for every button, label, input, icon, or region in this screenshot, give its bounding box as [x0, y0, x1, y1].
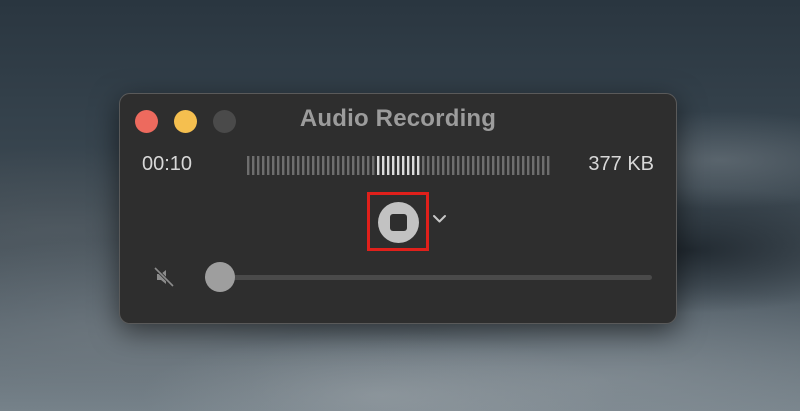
meter-bar [417, 156, 420, 175]
meter-bar [337, 156, 340, 175]
meter-bar [292, 156, 295, 175]
meter-bar [297, 156, 300, 175]
meter-bar [442, 156, 445, 175]
meter-bar [427, 156, 430, 175]
meter-bar [457, 156, 460, 175]
meter-bar [377, 156, 380, 175]
file-size: 377 KB [588, 153, 654, 175]
meter-bar [517, 156, 520, 175]
elapsed-time: 00:10 [142, 153, 193, 175]
meter-bar [472, 156, 475, 175]
meter-bar [317, 156, 320, 175]
meter-bar [372, 156, 375, 175]
stop-recording-button[interactable] [378, 202, 419, 243]
meter-bar [307, 156, 310, 175]
meter-bar [367, 156, 370, 175]
meter-bar [422, 156, 425, 175]
meter-bar [477, 156, 480, 175]
meter-bar [352, 156, 355, 175]
meter-bar [527, 156, 530, 175]
meter-bar [482, 156, 485, 175]
meter-bar [502, 156, 505, 175]
meter-bar [322, 156, 325, 175]
meter-bar [492, 156, 495, 175]
meter-bar [347, 156, 350, 175]
meter-bar [282, 156, 285, 175]
meter-bar [397, 156, 400, 175]
meter-bar [462, 156, 465, 175]
meter-bar [537, 156, 540, 175]
meter-bar [332, 156, 335, 175]
meter-bar [252, 156, 255, 175]
meter-bar [467, 156, 470, 175]
meter-bar [547, 156, 550, 175]
meter-bar [447, 156, 450, 175]
volume-slider-track[interactable] [205, 275, 652, 280]
audio-recording-window: Audio Recording 00:10 377 KB [119, 93, 677, 324]
meter-bar [287, 156, 290, 175]
meter-bar [362, 156, 365, 175]
meter-bar [327, 156, 330, 175]
speaker-muted-icon [153, 266, 175, 288]
meter-bar [487, 156, 490, 175]
meter-bar [277, 156, 280, 175]
chevron-down-icon[interactable] [432, 213, 447, 225]
window-title: Audio Recording [299, 105, 497, 132]
meter-bar [522, 156, 525, 175]
meter-bar [387, 156, 390, 175]
meter-bar [257, 156, 260, 175]
meter-bar [342, 156, 345, 175]
meter-bar [412, 156, 415, 175]
meter-bar [507, 156, 510, 175]
meter-bar [512, 156, 515, 175]
meter-bar [452, 156, 455, 175]
meter-bar [247, 156, 250, 175]
meter-bar [437, 156, 440, 175]
meter-bar [312, 156, 315, 175]
meter-bar [357, 156, 360, 175]
meter-bar [267, 156, 270, 175]
meter-bar [262, 156, 265, 175]
meter-bar [542, 156, 545, 175]
volume-slider-thumb[interactable] [205, 262, 235, 292]
meter-bar [382, 156, 385, 175]
stop-icon [390, 214, 407, 231]
meter-bar [272, 156, 275, 175]
meter-bar [497, 156, 500, 175]
audio-level-meter [247, 156, 550, 175]
meter-bar [532, 156, 535, 175]
meter-bar [407, 156, 410, 175]
meter-bar [392, 156, 395, 175]
meter-bar [302, 156, 305, 175]
meter-bar [432, 156, 435, 175]
meter-bar [402, 156, 405, 175]
